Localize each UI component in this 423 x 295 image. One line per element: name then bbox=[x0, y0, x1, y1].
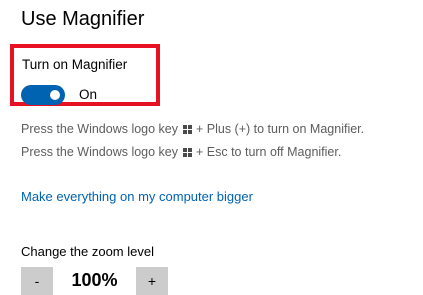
zoom-level-label: Change the zoom level bbox=[21, 244, 154, 259]
toggle-knob bbox=[50, 90, 60, 100]
instruction-turn-off-suffix: + Esc to turn off Magnifier. bbox=[195, 145, 342, 159]
instruction-turn-on: Press the Windows logo key + Plus (+) to… bbox=[21, 122, 364, 136]
magnifier-toggle-label: Turn on Magnifier bbox=[22, 57, 128, 72]
windows-logo-icon bbox=[182, 125, 192, 134]
instruction-turn-on-suffix: + Plus (+) to turn on Magnifier. bbox=[195, 122, 365, 136]
make-everything-bigger-link[interactable]: Make everything on my computer bigger bbox=[21, 189, 253, 204]
magnifier-toggle-state: On bbox=[79, 87, 98, 102]
zoom-level-value: 100% bbox=[71, 270, 118, 290]
zoom-decrease-button[interactable]: - bbox=[21, 267, 53, 295]
windows-logo-icon bbox=[182, 148, 192, 157]
page-title: Use Magnifier bbox=[21, 8, 145, 30]
instruction-turn-off-prefix: Press the Windows logo key bbox=[21, 145, 179, 159]
instruction-turn-on-prefix: Press the Windows logo key bbox=[21, 122, 179, 136]
magnifier-toggle[interactable] bbox=[21, 85, 65, 105]
zoom-increase-button[interactable]: + bbox=[136, 267, 168, 295]
instruction-turn-off: Press the Windows logo key + Esc to turn… bbox=[21, 145, 341, 159]
